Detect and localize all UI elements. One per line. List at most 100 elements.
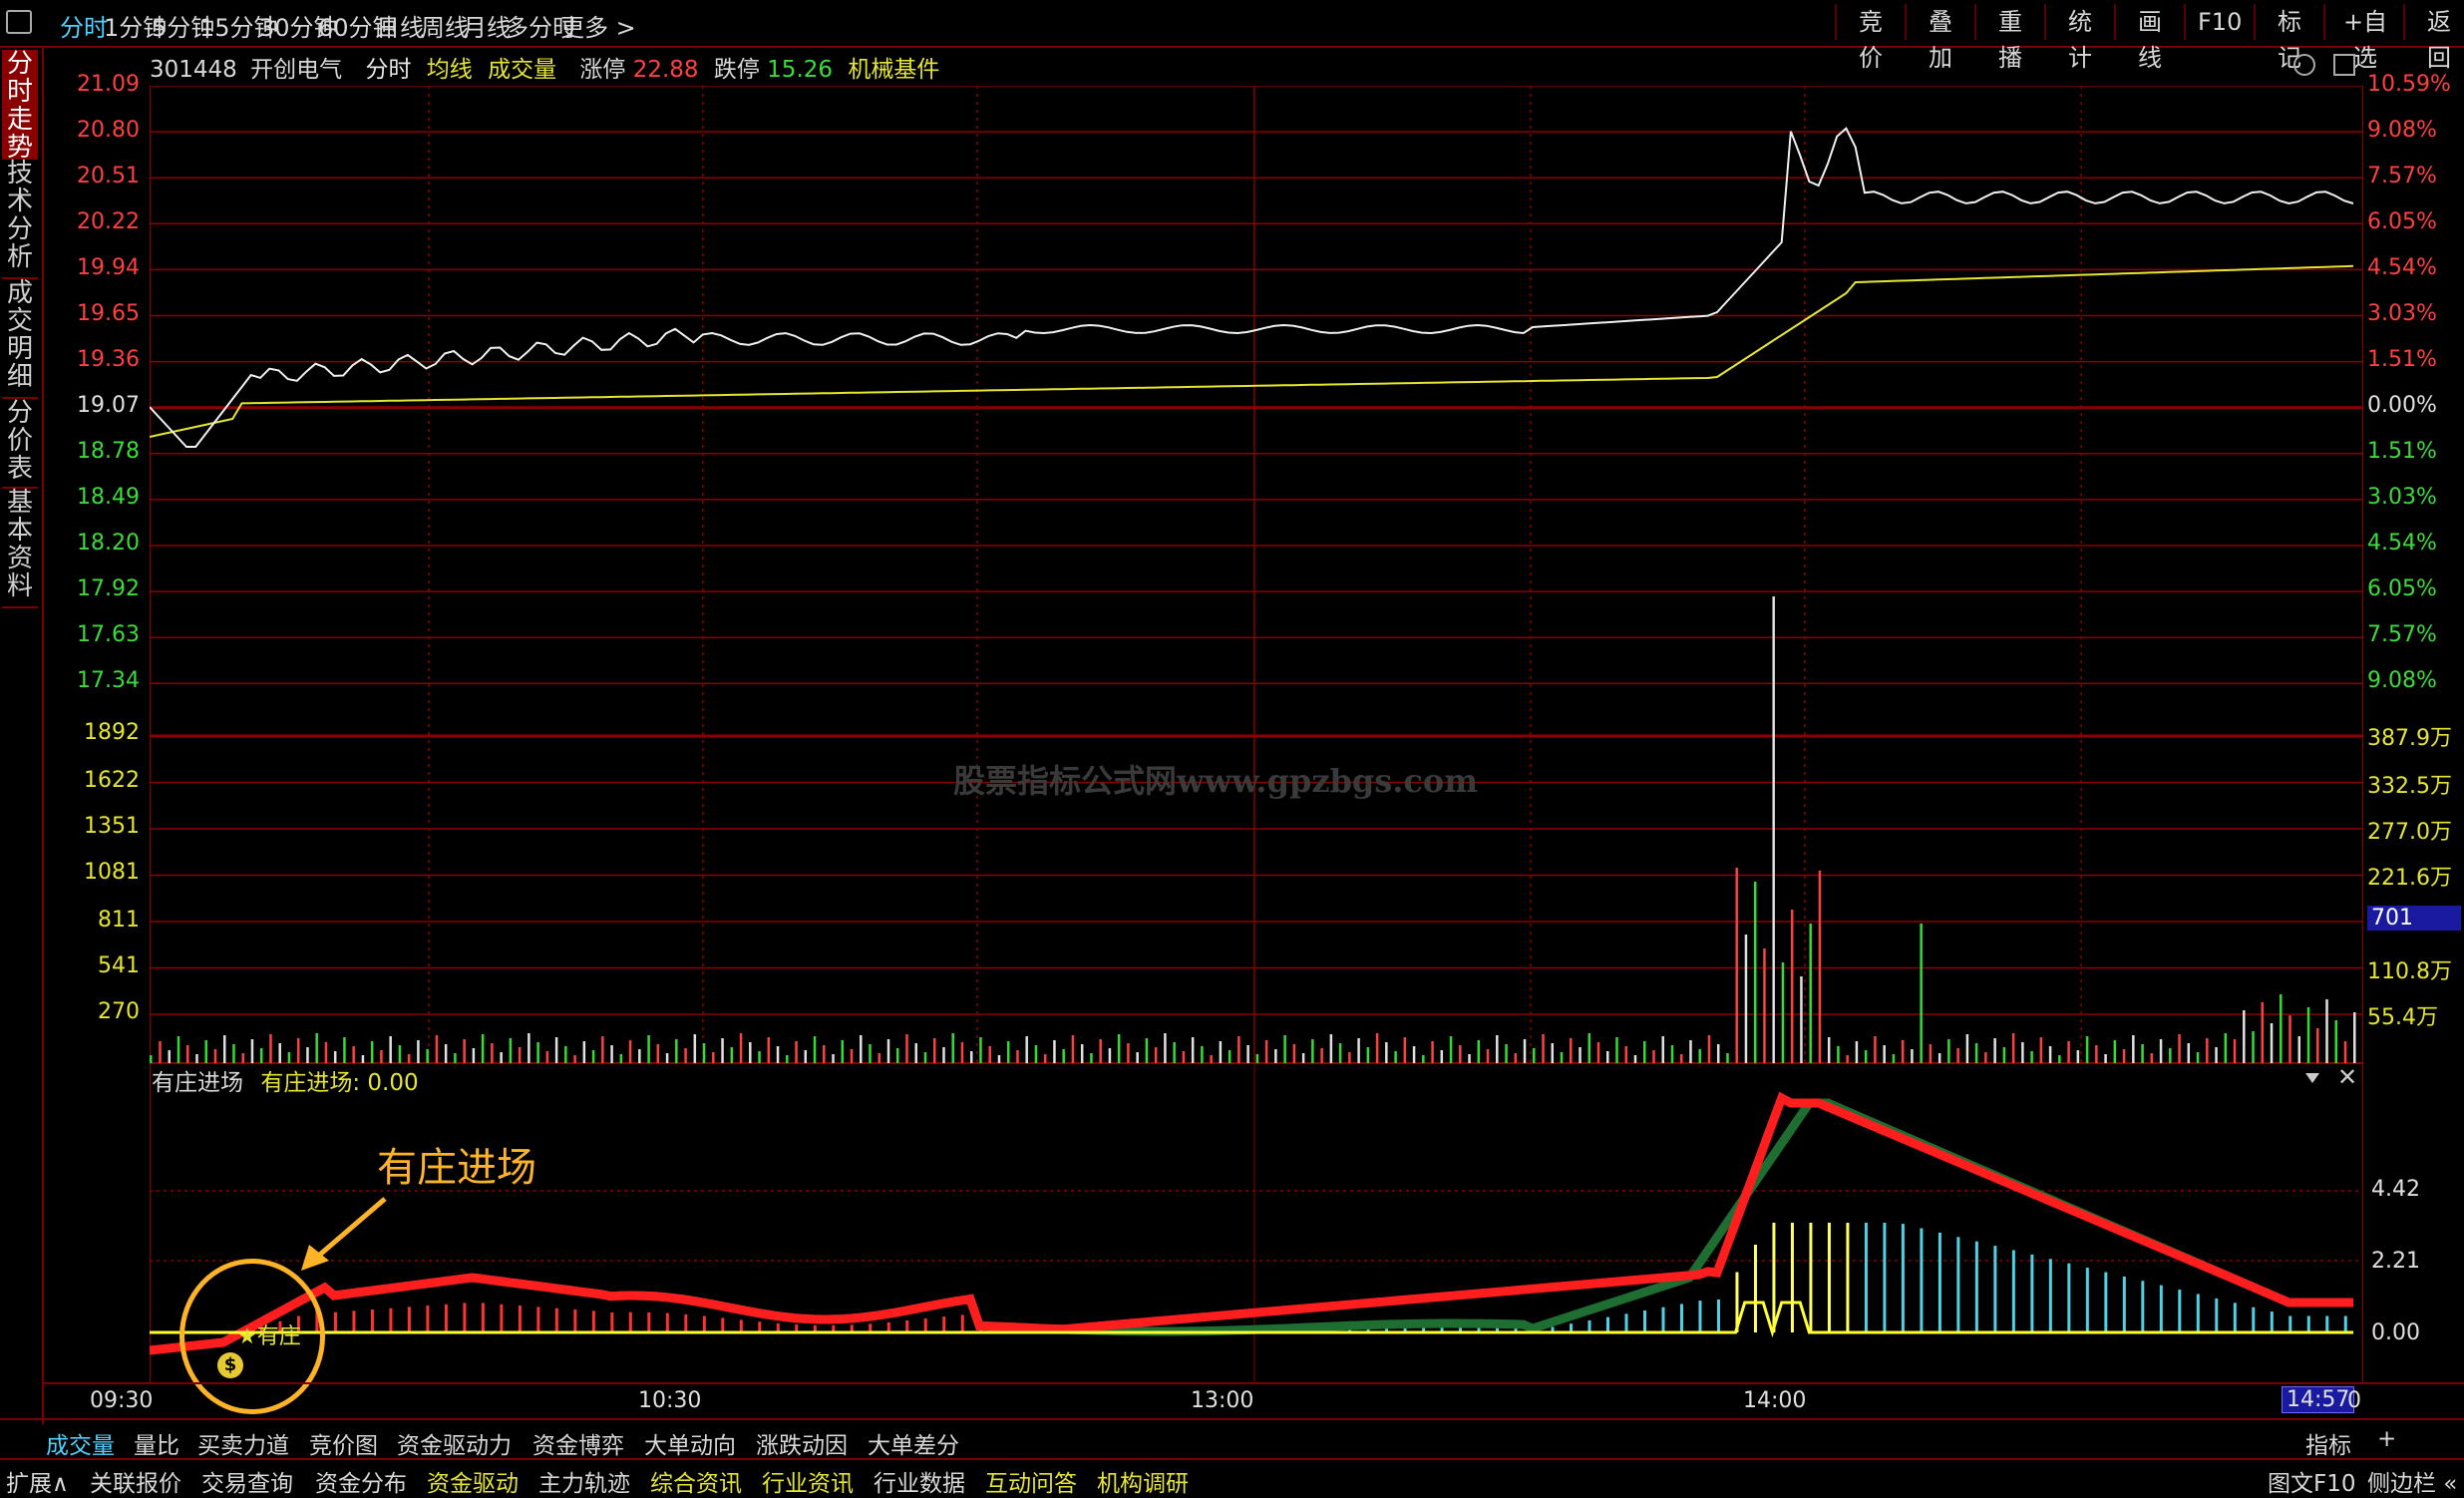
tab-fenshi[interactable]: 分时: [60, 8, 108, 43]
volume-bar: [324, 1042, 328, 1063]
draw-button[interactable]: 画线: [2114, 4, 2184, 72]
related-quote-link[interactable]: 关联报价: [90, 1464, 181, 1498]
main-force-track-link[interactable]: 主力轨迹: [538, 1464, 630, 1498]
volume-bar: [1947, 1039, 1950, 1063]
volume-bar: [2288, 1015, 2291, 1063]
indicator-bar: [2343, 1315, 2347, 1332]
tab-more[interactable]: 更多 >: [560, 8, 636, 43]
tab-volume[interactable]: 成交量: [46, 1426, 115, 1460]
volume-bar: [1246, 1045, 1249, 1063]
volume-bar: [2002, 1047, 2006, 1063]
mark-button[interactable]: 标记: [2254, 4, 2323, 72]
tab-volume-ratio[interactable]: 量比: [134, 1426, 179, 1460]
volume-bar: [333, 1051, 337, 1063]
replay-button[interactable]: 重播: [1974, 4, 2044, 72]
add-watchlist-button[interactable]: +自选: [2323, 4, 2405, 72]
star-icon: ★: [237, 1324, 257, 1349]
window-menu-icon[interactable]: [6, 10, 32, 34]
news-link[interactable]: 综合资讯: [650, 1464, 742, 1498]
volume-bar: [647, 1035, 650, 1063]
industry-data-link[interactable]: 行业数据: [874, 1464, 965, 1498]
trade-query-link[interactable]: 交易查询: [201, 1464, 293, 1498]
volume-label[interactable]: 成交量: [488, 57, 556, 83]
indicator-button[interactable]: 指标: [2305, 1426, 2351, 1460]
industry-news-link[interactable]: 行业资讯: [762, 1464, 854, 1498]
pct-tick: 10.59%: [2367, 72, 2451, 97]
indicator-bar: [1642, 1311, 1646, 1332]
indicator-close-icon[interactable]: ✕: [2337, 1063, 2357, 1091]
tab-big-order-trend[interactable]: 大单动向: [644, 1426, 736, 1460]
time-tick: 14:00: [1743, 1388, 1807, 1413]
add-indicator-button[interactable]: +: [2377, 1426, 2396, 1452]
volume-bar: [1920, 924, 1923, 1063]
tab-fund-drive[interactable]: 资金驱动力: [397, 1426, 512, 1460]
f10-button[interactable]: F10: [2184, 4, 2254, 40]
limit-down-value: 15.26: [767, 57, 834, 83]
volume-bar: [1753, 882, 1757, 1063]
volume-bar: [1652, 1050, 1655, 1063]
tab-big-order-diff[interactable]: 大单差分: [868, 1426, 959, 1460]
tab-auction-chart[interactable]: 竞价图: [309, 1426, 378, 1460]
tab-buy-sell-force[interactable]: 买卖力道: [197, 1426, 289, 1460]
indicator-bar: [1901, 1224, 1905, 1332]
volume-bar: [1459, 1045, 1462, 1063]
tab-weekly[interactable]: 周线: [421, 8, 469, 43]
institution-research-link[interactable]: 机构调研: [1097, 1464, 1189, 1498]
volume-bar: [1053, 1040, 1056, 1063]
volume-bar: [979, 1037, 982, 1063]
overlay-button[interactable]: 叠加: [1905, 4, 1974, 72]
auction-button[interactable]: 竞价: [1835, 4, 1905, 72]
indicator-bar: [960, 1314, 964, 1332]
indicator-bar: [610, 1312, 614, 1332]
pct-tick: 7.57%: [2367, 622, 2437, 647]
back-button[interactable]: 返回: [2403, 4, 2464, 72]
expand-button[interactable]: 扩展∧: [6, 1464, 69, 1498]
indicator-bar: [1716, 1300, 1720, 1332]
side-tab-fenshi[interactable]: 分时走势: [2, 50, 38, 162]
pct-tick: 4.54%: [2367, 531, 2437, 556]
volume-bar: [702, 1043, 706, 1063]
side-tab-technical[interactable]: 技术分析: [2, 160, 38, 279]
fund-distribution-link[interactable]: 资金分布: [315, 1464, 407, 1498]
volume-bar: [2187, 1043, 2191, 1063]
collapse-icon[interactable]: [2293, 54, 2315, 76]
indicator-dropdown-icon[interactable]: [2305, 1073, 2319, 1083]
indicator-bars: [259, 1223, 2347, 1332]
tab-price-cause[interactable]: 涨跌动因: [756, 1426, 848, 1460]
volume-bar: [2178, 1034, 2181, 1063]
volume-bars: [150, 596, 2356, 1063]
indicator-bar: [905, 1319, 909, 1332]
sector-label[interactable]: 机械基件: [848, 57, 939, 83]
qa-link[interactable]: 互动问答: [985, 1464, 1077, 1498]
pct-tick: 9.08%: [2367, 668, 2437, 693]
volume-bar: [1818, 871, 1822, 1063]
f10-graphic-link[interactable]: 图文F10: [2268, 1464, 2356, 1498]
volume-bar: [1237, 1036, 1240, 1063]
panel-toggle-icon[interactable]: [2333, 54, 2355, 76]
volume-tick: 1622: [84, 768, 140, 793]
volume-bar: [463, 1039, 466, 1063]
volume-bar: [1301, 1053, 1305, 1063]
volume-bar: [500, 1052, 503, 1063]
side-tab-price-table[interactable]: 分价表: [2, 399, 38, 489]
tab-monthly[interactable]: 月线: [463, 8, 511, 43]
indicator-name[interactable]: 有庄进场: [152, 1070, 243, 1096]
stats-button[interactable]: 统计: [2044, 4, 2114, 72]
sidebar-toggle[interactable]: 侧边栏 «: [2367, 1464, 2457, 1498]
volume-bar: [1154, 1047, 1158, 1063]
time-tick: 13:00: [1191, 1388, 1254, 1413]
volume-bar: [1394, 1051, 1397, 1063]
tab-daily[interactable]: 日线: [376, 8, 424, 43]
avg-line-label[interactable]: 均线: [427, 57, 473, 83]
volume-bar: [1255, 1054, 1259, 1063]
side-tab-trades[interactable]: 成交明细: [2, 279, 38, 399]
fund-drive-link[interactable]: 资金驱动: [427, 1464, 519, 1498]
volume-bar: [1670, 1045, 1674, 1063]
volume-bar: [370, 1041, 374, 1063]
volume-bar: [2334, 1020, 2338, 1063]
tab-fund-game[interactable]: 资金博弈: [532, 1426, 624, 1460]
side-tab-fundamentals[interactable]: 基本资料: [2, 489, 38, 608]
volume-bar: [509, 1038, 513, 1063]
volume-bar: [2150, 1053, 2154, 1063]
volume-bar: [684, 1048, 687, 1063]
